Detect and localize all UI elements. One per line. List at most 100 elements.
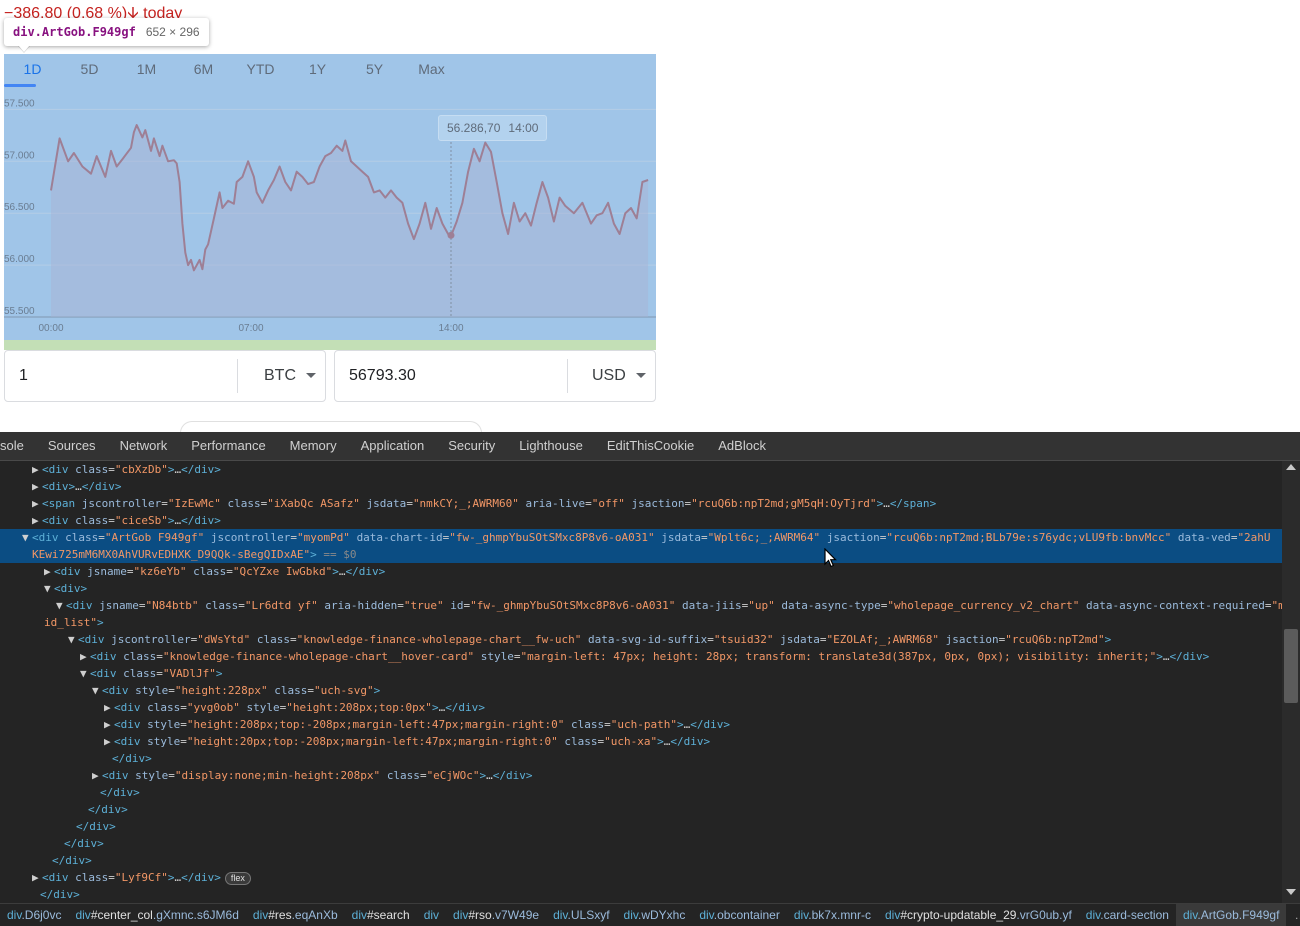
tooltip-size: 652 × 296 xyxy=(145,25,200,39)
mouse-cursor-icon xyxy=(824,548,837,568)
tooltip-selector: div.ArtGob.F949gf xyxy=(13,25,136,39)
devtools-tab-sole[interactable]: sole xyxy=(0,432,36,460)
dom-node[interactable]: </div> xyxy=(0,818,1282,835)
converter-from: 1 BTC xyxy=(4,350,326,402)
devtools-tab-network[interactable]: Network xyxy=(108,432,180,460)
dom-node[interactable]: ▼ <div style="height:228px" class="uch-sv… xyxy=(0,682,1282,699)
chart-card[interactable]: 1D 5D 1M 6M YTD 1Y 5Y Max 57.500 57.000 56.500 56.… xyxy=(4,54,656,350)
y-tick-label: 57.500 xyxy=(4,98,35,109)
dom-node[interactable]: ▼ <div class="VADlJf"> xyxy=(0,665,1282,682)
web-page: −386.80 (0.68 %)🡫 today 1D 5D 1M 6M YTD 1Y 5Y M… xyxy=(0,0,1300,442)
breadcrumb-item[interactable]: div.obcontainer xyxy=(692,904,787,926)
devtools-panel: sole Sources Network Performance Memory Appli… xyxy=(0,432,1300,926)
dom-node[interactable]: ▶ <div style="height:20px;top:-208px;marg… xyxy=(0,733,1282,750)
hover-price: 56.286,70 xyxy=(447,121,501,135)
amount-from-input[interactable]: 1 xyxy=(5,351,219,401)
dom-node[interactable]: </div> xyxy=(0,801,1282,818)
dom-node-selected[interactable]: ▼ <div class="ArtGob F949gf" jscontroller… xyxy=(0,529,1282,563)
dom-node-line: KEwi725mM6MX0AhVURvEDHXK_D9QQk-sBegQIDxA… xyxy=(32,548,357,561)
breadcrumb-item[interactable]: div.card-section xyxy=(1079,904,1176,926)
dom-node[interactable]: ▶ <div class="knowledge-finance-wholepage… xyxy=(0,648,1282,665)
dom-node[interactable]: ▶ <div style="display:none;min-height:208… xyxy=(0,767,1282,784)
dom-node[interactable]: ▶ <span jscontroller="IzEwMc" class="iXab… xyxy=(0,495,1282,512)
dom-node-line: ▶ <div class="cbXzDb">…</div> xyxy=(32,463,221,476)
dom-node-line: ▶ <div jsname="kz6eYb" class="QcYZxe IwGb… xyxy=(44,565,386,578)
devtools-tab-adblock[interactable]: AdBlock xyxy=(706,432,778,460)
dom-node[interactable]: ▶ <div>…</div> xyxy=(0,478,1282,495)
breadcrumb-item[interactable]: div.ArtGob.F949gf xyxy=(1175,904,1287,926)
price-chart[interactable]: 57.500 57.000 56.500 56.000 55.50000:00 07:00… xyxy=(4,54,656,340)
devtools-tab-security[interactable]: Security xyxy=(436,432,507,460)
breadcrumb-item[interactable]: div.ULSxyf xyxy=(546,904,616,926)
elements-scrollbar[interactable] xyxy=(1282,461,1300,903)
elements-tree[interactable]: ▶ <div class="cbXzDb">…</div> ▶ <div>…</div… xyxy=(0,461,1282,903)
breadcrumb-item[interactable]: div.D6j0vc xyxy=(0,904,68,926)
amount-to-input[interactable]: 56793.30 xyxy=(335,351,549,401)
flex-badge[interactable]: flex xyxy=(224,872,251,885)
dom-node-line: ▶ <div class="ciceSb">…</div> xyxy=(32,514,221,527)
dom-node-line: ▼ <div class="ArtGob F949gf" jscontroller… xyxy=(22,531,1271,544)
dom-node[interactable]: ▶ <div class="cbXzDb">…</div> xyxy=(0,461,1282,478)
unit-from-select[interactable]: BTC xyxy=(264,351,296,401)
breadcrumb-item[interactable]: div#res.eqAnXb xyxy=(246,904,345,926)
dom-node-line: ▶ <div style="display:none;min-height:208… xyxy=(92,769,533,782)
breadcrumb-item[interactable]: div#crypto-updatable_29.vrG0ub.yf xyxy=(878,904,1079,926)
y-tick-label: 56.000 xyxy=(4,254,35,265)
dom-node-line: ▶ <div style="height:20px;top:-208px;marg… xyxy=(104,735,711,748)
devtools-tab-editthiscookie[interactable]: EditThisCookie xyxy=(595,432,706,460)
breadcrumb-item[interactable]: div#center_col.gXmnc.s6JM6d xyxy=(68,904,245,926)
hover-point xyxy=(447,231,455,239)
y-tick-label: 57.000 xyxy=(4,150,35,161)
dom-node[interactable]: </div> xyxy=(0,886,1282,903)
dom-node[interactable]: ▶ <div class="ciceSb">…</div> xyxy=(0,512,1282,529)
breadcrumb-item[interactable]: div.bk7x.mnr-c xyxy=(787,904,878,926)
dom-node-line: ▶ <div class="Lyf9Cf">…</div> flex xyxy=(32,869,251,886)
dom-node-line: ▼ <div class="VADlJf"> xyxy=(80,667,223,680)
devtools-tab-sources[interactable]: Sources xyxy=(36,432,108,460)
dom-node[interactable]: </div> xyxy=(0,750,1282,767)
inspector-tooltip: div.ArtGob.F949gf 652 × 296 xyxy=(4,18,209,46)
x-tick-label: 00:00 xyxy=(38,323,63,334)
dom-node-line: ▶ <div class="yvg0ob" style="height:208px… xyxy=(104,701,485,714)
breadcrumb-item[interactable]: div#rso.v7W49e xyxy=(446,904,546,926)
scroll-thumb[interactable] xyxy=(1284,629,1298,703)
devtools-tab-application[interactable]: Application xyxy=(349,432,437,460)
dom-node-line: ▼ <div> xyxy=(44,582,88,595)
dom-node[interactable]: </div> xyxy=(0,835,1282,852)
dom-node[interactable]: ▶ <div class="Lyf9Cf">…</div> flex xyxy=(0,869,1282,886)
dom-node[interactable]: ▼ <div jscontroller="dWsYtd" class="knowl… xyxy=(0,631,1282,648)
dom-node-line: </div> xyxy=(100,786,140,799)
y-tick-label: 56.500 xyxy=(4,202,35,213)
breadcrumb-more-icon[interactable]: … xyxy=(1286,908,1300,922)
hover-time: 14:00 xyxy=(508,121,539,135)
dom-node[interactable]: ▼ <div jsname="N84btb" class="Lr6dtd yf" … xyxy=(0,597,1282,614)
dom-node-line: </div> xyxy=(64,837,104,850)
scroll-up-icon[interactable] xyxy=(1286,464,1296,470)
dom-node-line: </div> xyxy=(40,888,80,901)
divider xyxy=(567,359,568,393)
dom-node-line: </div> xyxy=(88,803,128,816)
devtools-tab-lighthouse[interactable]: Lighthouse xyxy=(507,432,595,460)
breadcrumb-item[interactable]: div.wDYxhc xyxy=(617,904,693,926)
dom-node[interactable]: ▼ <div> xyxy=(0,580,1282,597)
dom-node[interactable]: ▶ <div class="yvg0ob" style="height:208px… xyxy=(0,699,1282,716)
scroll-down-icon[interactable] xyxy=(1286,889,1296,895)
unit-to-select[interactable]: USD xyxy=(592,351,626,401)
dom-node[interactable]: id_list"> xyxy=(0,614,1282,631)
chevron-down-icon xyxy=(636,373,646,378)
devtools-tabs: sole Sources Network Performance Memory Appli… xyxy=(0,432,1300,461)
devtools-tab-memory[interactable]: Memory xyxy=(278,432,349,460)
dom-node[interactable]: </div> xyxy=(0,852,1282,869)
dom-node-line: ▼ <div style="height:228px" class="uch-sv… xyxy=(92,684,381,697)
dom-node-line: ▶ <span jscontroller="IzEwMc" class="iXab… xyxy=(32,497,937,510)
dom-node[interactable]: ▶ <div jsname="kz6eYb" class="QcYZxe IwGb… xyxy=(0,563,1282,580)
dom-breadcrumbs: div.D6j0vc div#center_col.gXmnc.s6JM6d div… xyxy=(0,903,1300,926)
breadcrumb-item[interactable]: div xyxy=(417,904,446,926)
chevron-down-icon xyxy=(306,373,316,378)
dom-node[interactable]: ▶ <div style="height:208px;top:-208px;mar… xyxy=(0,716,1282,733)
dom-node[interactable]: </div> xyxy=(0,784,1282,801)
devtools-tab-performance[interactable]: Performance xyxy=(179,432,277,460)
dom-node-line: ▶ <div style="height:208px;top:-208px;mar… xyxy=(104,718,730,731)
breadcrumb-item[interactable]: div#search xyxy=(345,904,417,926)
dom-node-line: </div> xyxy=(76,820,116,833)
